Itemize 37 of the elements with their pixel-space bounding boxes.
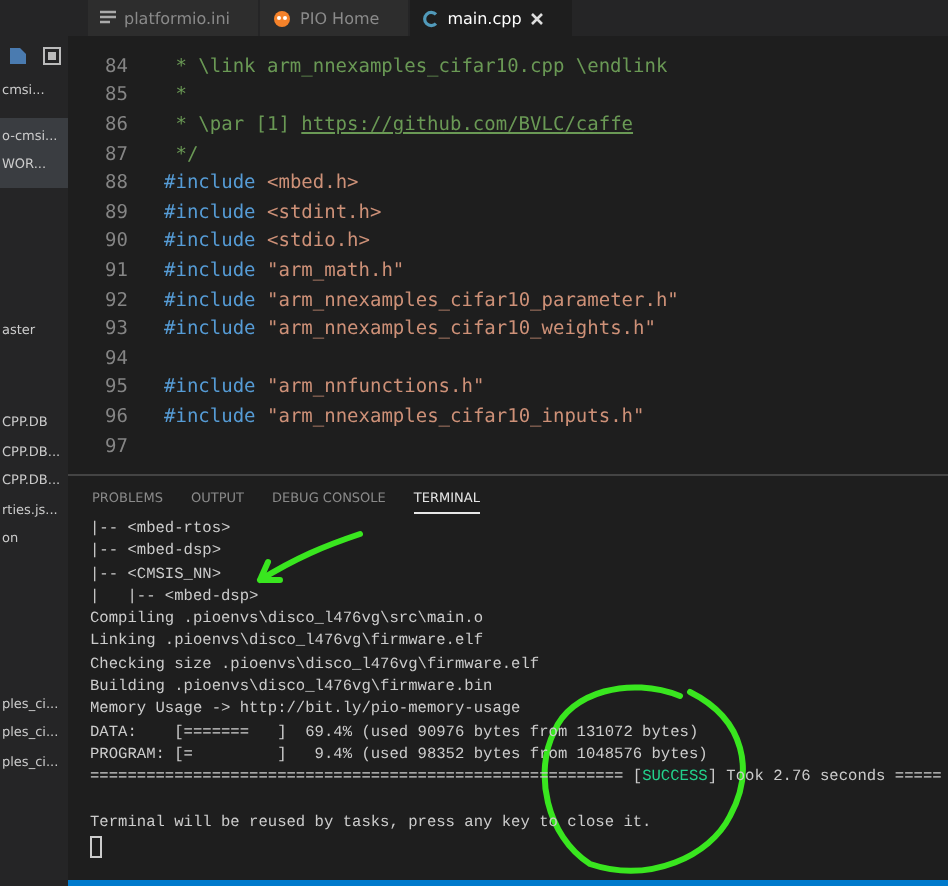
include-line: #include <mbed.h> (164, 172, 359, 195)
file-icon[interactable] (7, 46, 27, 66)
code-comment: * (173, 84, 187, 107)
line-number: 86 (103, 113, 128, 136)
include-line: #include "arm_nnfunctions.h" (164, 376, 485, 399)
include-line: #include <stdio.h> (164, 230, 370, 253)
collapse-icon[interactable] (41, 46, 61, 66)
line-number: 92 (103, 289, 128, 312)
include-line: #include "arm_nnexamples_cifar10_parameter.h" (164, 289, 679, 312)
line-number: 91 (103, 259, 128, 282)
include-line: #include <stdint.h> (164, 201, 382, 224)
lines-icon (100, 10, 116, 26)
line-number: 96 (103, 405, 128, 428)
code-comment: * \par [1] https://github.com/BVLC/caffe (173, 113, 634, 136)
line-number: 97 (103, 435, 128, 458)
c-file-icon (421, 9, 440, 27)
include-line: #include "arm_nnexamples_cifar10_weights.h" (164, 318, 656, 341)
editor-tab[interactable]: main.cpp (409, 0, 572, 36)
line-number: 88 (103, 172, 128, 195)
line-number: 95 (103, 376, 128, 399)
include-line: #include "arm_nnexamples_cifar10_inputs.h" (164, 405, 645, 428)
line-number: 89 (103, 201, 128, 224)
editor-tab[interactable]: platformio.ini (88, 0, 259, 36)
close-icon[interactable] (529, 11, 544, 25)
line-number: 93 (103, 318, 128, 341)
comment-link[interactable]: https://github.com/BVLC/caffe (301, 113, 634, 136)
include-line: #include "arm_math.h" (164, 259, 405, 282)
line-number: 94 (103, 347, 128, 370)
code-comment: */ (173, 143, 199, 166)
editor-tab[interactable]: PIO Home (260, 0, 408, 36)
line-number: 90 (103, 230, 128, 253)
terminal-cursor (90, 836, 102, 859)
line-number: 85 (103, 84, 128, 107)
line-number: 87 (103, 143, 128, 166)
code-comment: * \link arm_nnexamples_cifar10.cpp \endlink (173, 55, 668, 78)
line-number: 84 (103, 55, 128, 78)
alien-icon (272, 8, 293, 28)
